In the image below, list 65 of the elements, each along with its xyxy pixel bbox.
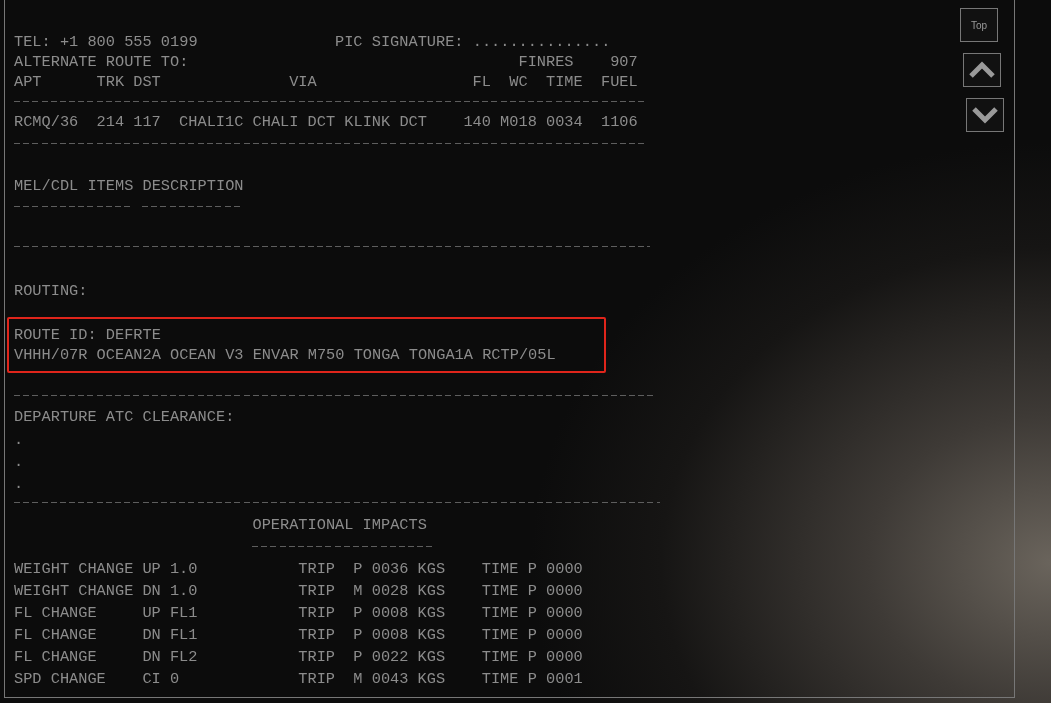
impact-step: UP FL1 bbox=[142, 604, 198, 622]
chevron-down-icon bbox=[971, 106, 999, 124]
table-cell: 0034 bbox=[545, 113, 583, 131]
signature-line: PIC SIGNATURE: ............... bbox=[335, 33, 611, 51]
trip-value: P 0036 KGS bbox=[353, 560, 446, 578]
impact-step: DN FL1 bbox=[142, 626, 198, 644]
column-header: FL bbox=[472, 73, 491, 91]
trip-value: M 0028 KGS bbox=[353, 582, 446, 600]
section-title: ALTERNATE ROUTE TO: bbox=[14, 53, 189, 71]
trip-label: TRIP bbox=[298, 604, 336, 622]
trip-label: TRIP bbox=[298, 560, 336, 578]
impact-item: FL CHANGE bbox=[14, 604, 97, 622]
impact-item: FL CHANGE bbox=[14, 626, 97, 644]
time-value: TIME P 0000 bbox=[481, 648, 583, 666]
trip-label: TRIP bbox=[298, 670, 336, 688]
column-header: VIA bbox=[289, 73, 317, 91]
impact-step: CI 0 bbox=[142, 670, 180, 688]
trip-value: M 0043 KGS bbox=[353, 670, 446, 688]
table-cell: 1106 bbox=[601, 113, 638, 131]
trip-value: P 0008 KGS bbox=[353, 604, 446, 622]
chevron-up-icon bbox=[968, 61, 996, 79]
impact-step: DN FL2 bbox=[142, 648, 198, 666]
time-value: TIME P 0001 bbox=[481, 670, 583, 688]
trip-label: TRIP bbox=[298, 582, 336, 600]
trip-label: TRIP bbox=[298, 626, 336, 644]
column-header: APT bbox=[14, 73, 42, 91]
route-text: VHHH/07R OCEAN2A OCEAN V3 ENVAR M750 TONGA TONGA1A RCTP/05L bbox=[14, 346, 556, 364]
clearance-line: . bbox=[14, 453, 24, 471]
impact-item: FL CHANGE bbox=[14, 648, 97, 666]
table-cell: 117 bbox=[133, 113, 161, 131]
column-header: WC bbox=[509, 73, 528, 91]
impact-step: UP 1.0 bbox=[142, 560, 198, 578]
column-header: DST bbox=[133, 73, 161, 91]
column-label: FINRES bbox=[518, 53, 574, 71]
time-value: TIME P 0000 bbox=[481, 604, 583, 622]
table-cell: 214 bbox=[96, 113, 125, 131]
clearance-line: . bbox=[14, 475, 24, 493]
time-value: TIME P 0000 bbox=[481, 582, 583, 600]
trip-value: P 0022 KGS bbox=[353, 648, 446, 666]
telephone-text: TEL: +1 800 555 0199 bbox=[14, 33, 198, 51]
impact-step: DN 1.0 bbox=[142, 582, 198, 600]
scroll-down-button[interactable] bbox=[966, 98, 1004, 132]
top-button[interactable]: Top bbox=[960, 8, 998, 42]
trip-label: TRIP bbox=[298, 648, 336, 666]
table-cell: RCMQ/36 bbox=[14, 113, 79, 131]
table-cell: M018 bbox=[500, 113, 537, 131]
time-value: TIME P 0000 bbox=[481, 626, 583, 644]
section-title: OPERATIONAL IMPACTS bbox=[252, 516, 427, 534]
column-header: TRK bbox=[96, 73, 125, 91]
value-text: 907 bbox=[610, 53, 638, 71]
table-cell: 140 bbox=[463, 113, 491, 131]
trip-value: P 0008 KGS bbox=[353, 626, 446, 644]
clearance-line: . bbox=[14, 431, 24, 449]
section-title: DEPARTURE ATC CLEARANCE: bbox=[14, 408, 235, 426]
table-cell: CHALI1C CHALI DCT KLINK DCT bbox=[179, 113, 427, 131]
section-title: MEL/CDL ITEMS DESCRIPTION bbox=[14, 177, 244, 195]
impact-item: WEIGHT CHANGE bbox=[14, 582, 134, 600]
impact-item: SPD CHANGE bbox=[14, 670, 106, 688]
section-title: ROUTING: bbox=[14, 282, 88, 300]
column-header: FUEL bbox=[601, 73, 638, 91]
time-value: TIME P 0000 bbox=[481, 560, 583, 578]
route-id-text: ROUTE ID: DEFRTE bbox=[14, 326, 161, 344]
column-header: TIME bbox=[545, 73, 583, 91]
scroll-up-button[interactable] bbox=[963, 53, 1001, 87]
impact-item: WEIGHT CHANGE bbox=[14, 560, 134, 578]
